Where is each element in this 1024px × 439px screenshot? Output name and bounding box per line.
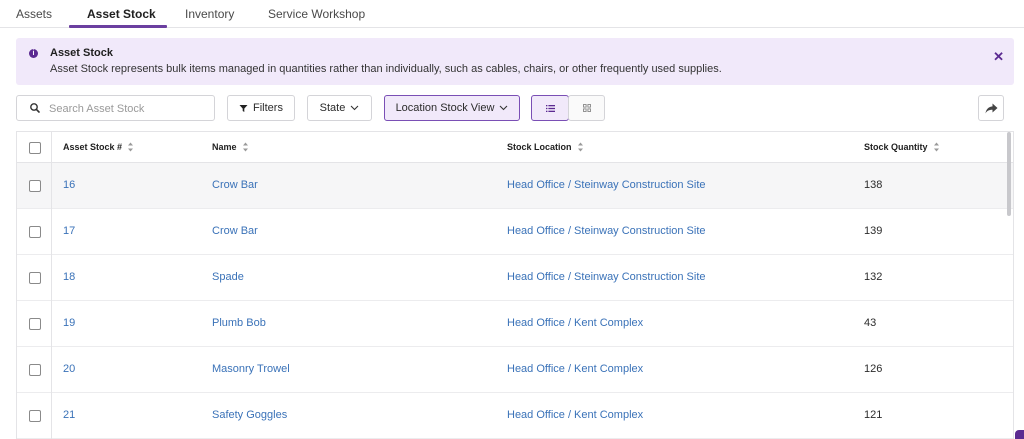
banner-title: Asset Stock	[50, 47, 113, 59]
stock-location-link[interactable]: Head Office / Steinway Construction Site	[507, 179, 706, 191]
search-icon	[30, 103, 40, 113]
asset-stock-table: Asset Stock # Name Stock Location Stock …	[16, 131, 1014, 439]
column-header-stock-location[interactable]: Stock Location	[507, 142, 584, 152]
stock-location-link[interactable]: Head Office / Kent Complex	[507, 363, 643, 375]
asset-name-link[interactable]: Plumb Bob	[212, 317, 266, 329]
list-icon	[545, 104, 555, 112]
table-row[interactable]: 17 Crow Bar Head Office / Steinway Const…	[17, 209, 1013, 255]
asset-stock-number-link[interactable]: 18	[63, 271, 75, 283]
row-checkbox[interactable]	[29, 364, 41, 376]
row-checkbox[interactable]	[29, 318, 41, 330]
sort-icon	[242, 142, 248, 152]
row-checkbox[interactable]	[29, 226, 41, 238]
stock-quantity: 121	[864, 409, 883, 421]
asset-stock-number-link[interactable]: 20	[63, 363, 75, 375]
asset-name-link[interactable]: Safety Goggles	[212, 409, 287, 421]
state-label: State	[319, 102, 346, 114]
table-row[interactable]: 18 Spade Head Office / Steinway Construc…	[17, 255, 1013, 301]
chevron-down-icon	[500, 105, 508, 111]
tab-inventory[interactable]: Inventory	[185, 7, 234, 21]
table-row[interactable]: 16 Crow Bar Head Office / Steinway Const…	[17, 163, 1013, 209]
stock-location-link[interactable]: Head Office / Steinway Construction Site	[507, 271, 706, 283]
grid-view-button[interactable]	[568, 95, 605, 121]
tab-asset-stock[interactable]: Asset Stock	[87, 7, 156, 21]
sort-icon	[933, 142, 939, 152]
sort-icon	[128, 142, 134, 152]
state-dropdown[interactable]: State	[307, 95, 372, 121]
info-icon: i	[29, 49, 38, 58]
asset-stock-number-link[interactable]: 21	[63, 409, 75, 421]
asset-name-link[interactable]: Crow Bar	[212, 225, 258, 237]
column-divider	[51, 132, 52, 439]
filter-icon	[239, 104, 248, 112]
tab-assets[interactable]: Assets	[16, 7, 52, 21]
chevron-down-icon	[350, 105, 359, 111]
table-row[interactable]: 20 Masonry Trowel Head Office / Kent Com…	[17, 347, 1013, 393]
share-arrow-icon	[985, 103, 997, 113]
column-label: Stock Quantity	[864, 142, 928, 152]
select-all-checkbox[interactable]	[29, 142, 41, 154]
table-scrollbar[interactable]	[1007, 132, 1011, 216]
stock-location-link[interactable]: Head Office / Kent Complex	[507, 317, 643, 329]
stock-quantity: 43	[864, 317, 877, 329]
active-tab-indicator	[69, 25, 167, 28]
help-widget-corner[interactable]	[1015, 430, 1024, 439]
banner-text: Asset Stock represents bulk items manage…	[50, 63, 722, 75]
table-row[interactable]: 19 Plumb Bob Head Office / Kent Complex …	[17, 301, 1013, 347]
asset-stock-number-link[interactable]: 16	[63, 179, 75, 191]
grid-icon	[582, 104, 591, 112]
stock-quantity: 138	[864, 179, 883, 191]
search-input[interactable]	[49, 100, 209, 117]
column-header-stock-quantity[interactable]: Stock Quantity	[864, 142, 940, 152]
filters-label: Filters	[253, 102, 283, 114]
filters-button[interactable]: Filters	[227, 95, 295, 121]
search-box[interactable]	[16, 95, 215, 121]
tab-bar: Assets Asset Stock Inventory Service Wor…	[0, 0, 1024, 28]
asset-name-link[interactable]: Spade	[212, 271, 244, 283]
row-checkbox[interactable]	[29, 272, 41, 284]
tab-service-workshop[interactable]: Service Workshop	[268, 7, 365, 21]
info-banner: i Asset Stock Asset Stock represents bul…	[16, 38, 1014, 85]
stock-location-link[interactable]: Head Office / Kent Complex	[507, 409, 643, 421]
sort-icon	[577, 142, 583, 152]
asset-name-link[interactable]: Crow Bar	[212, 179, 258, 191]
location-stock-view-dropdown[interactable]: Location Stock View	[384, 95, 520, 121]
row-checkbox[interactable]	[29, 180, 41, 192]
row-checkbox[interactable]	[29, 410, 41, 422]
column-label: Name	[212, 142, 237, 152]
column-header-name[interactable]: Name	[212, 142, 249, 152]
location-view-label: Location Stock View	[395, 102, 495, 114]
stock-location-link[interactable]: Head Office / Steinway Construction Site	[507, 225, 706, 237]
column-label: Asset Stock #	[63, 142, 123, 152]
stock-quantity: 132	[864, 271, 883, 283]
asset-stock-number-link[interactable]: 17	[63, 225, 75, 237]
table-header: Asset Stock # Name Stock Location Stock …	[17, 132, 1013, 163]
stock-quantity: 126	[864, 363, 883, 375]
asset-stock-number-link[interactable]: 19	[63, 317, 75, 329]
column-header-asset-stock-number[interactable]: Asset Stock #	[63, 142, 134, 152]
close-icon[interactable]: ✕	[993, 50, 1004, 63]
column-label: Stock Location	[507, 142, 572, 152]
share-button[interactable]	[978, 95, 1004, 121]
table-row[interactable]: 21 Safety Goggles Head Office / Kent Com…	[17, 393, 1013, 439]
stock-quantity: 139	[864, 225, 883, 237]
asset-name-link[interactable]: Masonry Trowel	[212, 363, 290, 375]
list-view-button[interactable]	[531, 95, 569, 121]
